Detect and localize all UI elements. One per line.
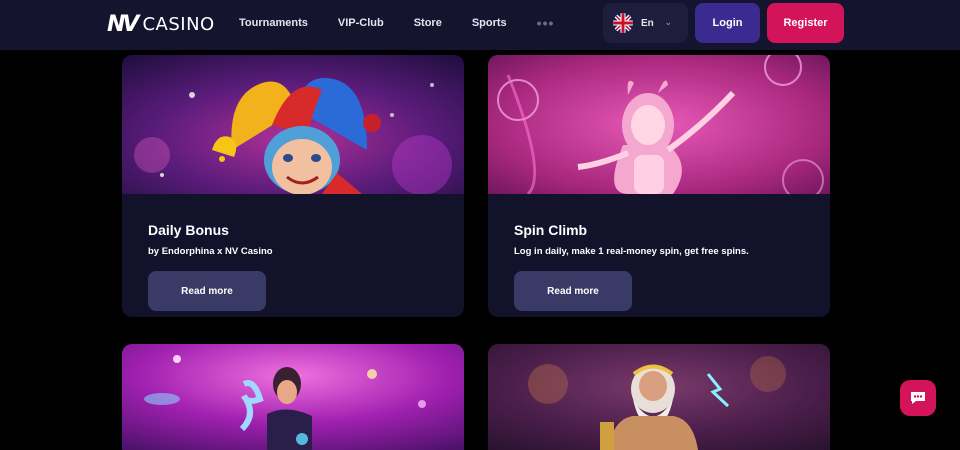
zeus-promo-image [488,344,830,450]
chat-button[interactable] [900,380,936,416]
register-button[interactable]: Register [767,3,844,43]
dancer-promo-image [122,344,464,450]
uk-flag-icon [613,13,633,33]
site-logo[interactable]: NV CASINO [107,11,215,37]
read-more-button[interactable]: Read more [514,271,632,311]
promo-card-daily-bonus: Daily Bonus by Endorphina x NV Casino Re… [122,55,464,317]
nav-store[interactable]: Store [414,17,442,29]
language-label: En [641,17,654,29]
nav-more-icon[interactable]: ••• [537,15,555,31]
main-nav: Tournaments VIP-Club Store Sports ••• [239,0,554,46]
bunny-girl-promo-image [488,55,830,194]
logo-mark: NV [107,11,140,37]
nav-sports[interactable]: Sports [472,17,507,29]
read-more-button[interactable]: Read more [148,271,266,311]
promo-card-four [488,344,830,450]
nav-tournaments[interactable]: Tournaments [239,17,308,29]
promo-card-three [122,344,464,450]
card-subtitle: Log in daily, make 1 real-money spin, ge… [514,246,749,257]
chevron-down-icon: ⌄ [664,17,672,27]
promo-card-spin-climb: Spin Climb Log in daily, make 1 real-mon… [488,55,830,317]
logo-text: CASINO [142,13,215,35]
login-button[interactable]: Login [695,3,760,43]
card-title: Daily Bonus [148,222,229,238]
chat-icon [911,392,925,404]
card-subtitle: by Endorphina x NV Casino [148,246,273,257]
language-selector[interactable]: En ⌄ [603,3,688,43]
nav-vip-club[interactable]: VIP-Club [338,17,384,29]
card-title: Spin Climb [514,222,588,238]
top-header: NV CASINO Tournaments VIP-Club Store Spo… [0,0,960,50]
jester-promo-image [122,55,464,194]
